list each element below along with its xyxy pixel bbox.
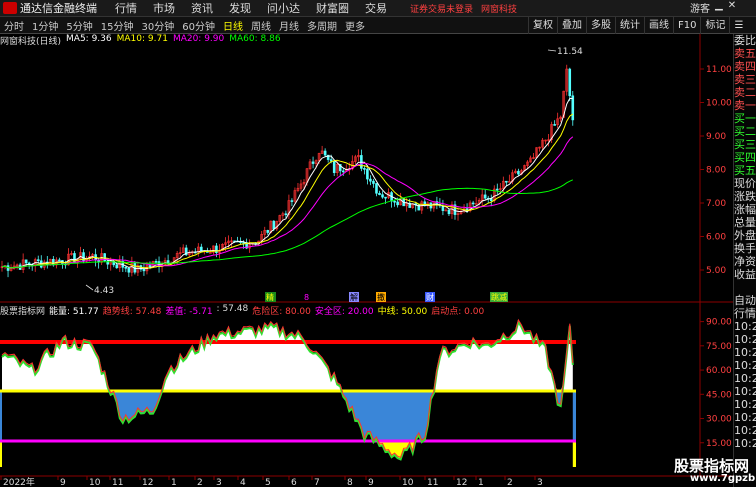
- low-price-label: 4.43: [94, 286, 114, 296]
- time-tick-label: 3: [537, 478, 543, 487]
- time-tick-label: 12: [142, 478, 153, 487]
- quote-panel-row: 买四: [734, 151, 756, 164]
- time-tick-label: 9: [60, 478, 66, 487]
- quote-panel-row: 10:27: [734, 372, 756, 385]
- time-axis: 2022年 9 10 11 12 1 2 3 4 5 6 7 8 9 10 11 12 1 2 3: [0, 476, 543, 487]
- indicator-tick-label: 60.00: [706, 366, 732, 376]
- quote-panel-row: 10:27: [734, 385, 756, 398]
- quote-panel-row: 买三: [734, 138, 756, 151]
- indicator-tick-label: 30.00: [706, 415, 732, 425]
- time-tick-label: 2022年: [3, 476, 35, 487]
- time-tick-label: 1: [478, 478, 484, 487]
- quote-panel-row: 现价: [734, 177, 756, 190]
- time-tick-label: 9: [368, 478, 374, 487]
- quote-panel-row: 涨幅: [734, 203, 756, 216]
- signal-marker: 撒: [377, 292, 385, 302]
- quote-panel-row: 收益: [734, 268, 756, 281]
- time-tick-label: 5: [265, 478, 271, 487]
- price-axis: 11.00 10.00 9.00 8.00 7.00 6.00 5.00: [700, 65, 732, 276]
- quote-panel-row: 自动: [734, 294, 756, 307]
- time-tick-label: 7: [314, 478, 320, 487]
- indicator-tick-label: 75.00: [706, 342, 732, 352]
- time-tick-label: 8: [347, 478, 353, 487]
- quote-panel-row: 外盘: [734, 229, 756, 242]
- price-tick-label: 11.00: [706, 65, 732, 75]
- quote-panel-row: 委比: [734, 34, 756, 47]
- chart-canvas[interactable]: 11.00 10.00 9.00 8.00 7.00 6.00 5.00 90.00 75.0…: [0, 0, 733, 487]
- quote-panel-row: 卖三: [734, 73, 756, 86]
- indicator-legend: 股票指标网 能量: 51.77 趋势线: 57.48 差值: -5.71 : 5…: [0, 304, 485, 317]
- right-quote-panel: 委比 卖五 卖四 卖三 卖二 卖一 买一 买二 买三 买四 买五 现价 涨跌 涨幅 总量 外盘 换手 净资 收益自动…: [733, 34, 756, 487]
- quote-panel-row: 10:27: [734, 424, 756, 437]
- quote-panel-row: 10:27: [734, 346, 756, 359]
- quote-panel-row: 行情: [734, 307, 756, 320]
- signal-marker: 解: [350, 292, 358, 302]
- quote-panel-row: 换手: [734, 242, 756, 255]
- signal-marker: 跳减: [491, 292, 507, 302]
- high-price-label: 11.54: [557, 47, 583, 57]
- time-tick-label: 10: [89, 478, 101, 487]
- watermark-url: www.7gpzb.com: [690, 473, 756, 484]
- trend-value: 趋势线: 57.48: [102, 307, 162, 317]
- time-tick-label: 2: [197, 478, 203, 487]
- price-tick-label: 10.00: [706, 99, 732, 109]
- quote-panel-row: 卖四: [734, 60, 756, 73]
- quote-panel-row: 10:27: [734, 320, 756, 333]
- diff-value: 差值: -5.71: [165, 307, 213, 317]
- price-tick-label: 9.00: [706, 132, 726, 142]
- price-tick-label: 6.00: [706, 233, 726, 243]
- candlesticks: [0, 64, 575, 278]
- quote-panel-row: 总量: [734, 216, 756, 229]
- time-tick-label: 11: [427, 478, 438, 487]
- time-tick-label: 11: [112, 478, 123, 487]
- signal-marker: 8: [304, 293, 309, 302]
- quote-panel-row: 10:27: [734, 398, 756, 411]
- center-value: 中线: 50.00: [377, 307, 428, 317]
- quote-panel-row: 净资: [734, 255, 756, 268]
- indicator-name[interactable]: 股票指标网: [0, 304, 45, 317]
- time-tick-label: 4: [240, 478, 246, 487]
- time-tick-label: 1: [171, 478, 177, 487]
- time-tick-label: 10: [402, 478, 414, 487]
- quote-panel-row: 10:27: [734, 359, 756, 372]
- moving-average-lines: [1, 97, 574, 270]
- quote-panel-row: 涨跌: [734, 190, 756, 203]
- safe-value: 安全区: 20.00: [314, 307, 374, 317]
- quote-panel-row: 卖五: [734, 47, 756, 60]
- signal-marker: 财: [426, 292, 434, 302]
- time-tick-label: 2: [507, 478, 513, 487]
- danger-value: 危险区: 80.00: [252, 307, 311, 317]
- quote-panel-row: 买二: [734, 125, 756, 138]
- energy-value: 能量: 51.77: [49, 307, 99, 317]
- quote-panel-row: 卖一: [734, 99, 756, 112]
- time-tick-label: 6: [291, 478, 297, 487]
- extra-value: : 57.48: [216, 304, 249, 314]
- quote-panel-row: 买一: [734, 112, 756, 125]
- signal-markers: 精 8 解 撒 财 跳减: [265, 292, 508, 302]
- start-value: 启动点: 0.00: [431, 307, 485, 317]
- time-tick-label: 3: [216, 478, 222, 487]
- indicator-tick-label: 15.00: [706, 439, 732, 449]
- price-tick-label: 8.00: [706, 166, 726, 176]
- indicator-tick-label: 45.00: [706, 390, 732, 400]
- indicator-tick-label: 90.00: [706, 318, 732, 328]
- time-tick-label: 12: [456, 478, 467, 487]
- quote-panel-row: 卖二: [734, 86, 756, 99]
- signal-marker: 精: [266, 292, 274, 302]
- price-tick-label: 7.00: [706, 199, 726, 209]
- quote-panel-row: 10:27: [734, 333, 756, 346]
- indicator-axis: 90.00 75.00 60.00 45.00 30.00 15.00: [700, 318, 732, 449]
- quote-panel-row: 买五: [734, 164, 756, 177]
- quote-panel-row: 10:27: [734, 411, 756, 424]
- quote-panel-row: 10:27: [734, 437, 756, 450]
- price-tick-label: 5.00: [706, 266, 726, 276]
- quote-panel-row: [734, 281, 756, 294]
